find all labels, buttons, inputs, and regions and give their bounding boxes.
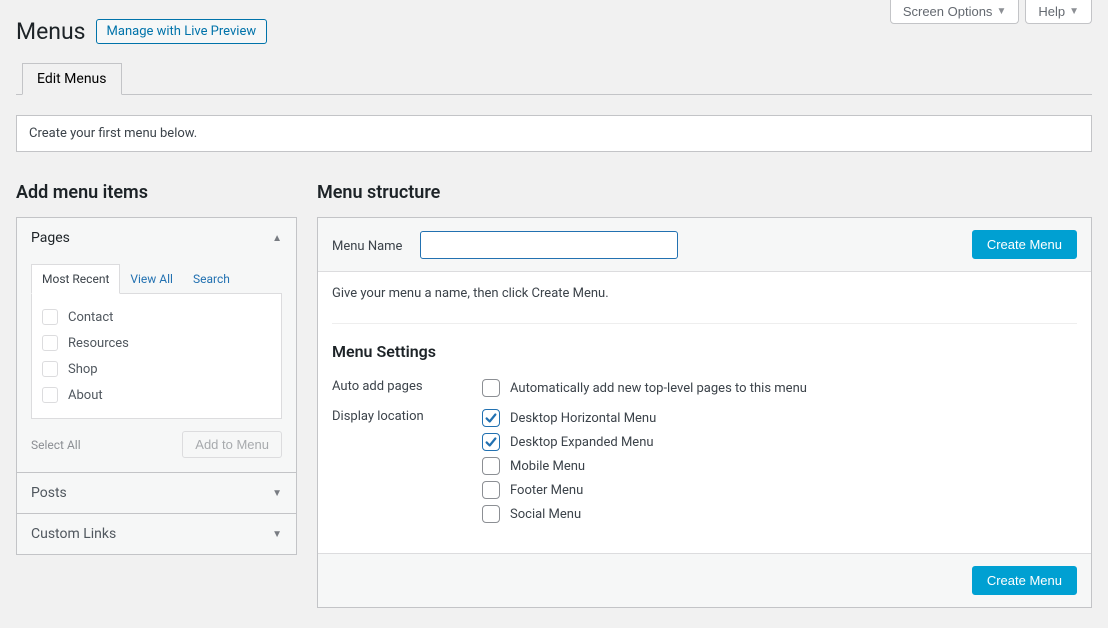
checkbox-icon[interactable] [482,457,500,475]
page-item-about[interactable]: About [42,382,271,408]
page-item-label: Contact [68,310,113,325]
pages-footer: Select All Add to Menu [31,431,282,458]
accordion-custom-links-header[interactable]: Custom Links ▼ [17,514,296,554]
pages-subtabs: Most Recent View All Search [31,264,282,294]
location-label: Social Menu [510,507,581,522]
display-location-label: Display location [332,409,482,424]
create-menu-button-top[interactable]: Create Menu [972,230,1077,259]
menu-name-input[interactable] [420,231,678,259]
checkbox-icon[interactable] [42,387,58,403]
menu-structure-column: Menu structure Menu Name Create Menu Giv… [317,182,1092,608]
top-screen-tabs: Screen Options ▼ Help ▼ [890,0,1092,24]
menu-structure-heading: Menu structure [317,182,1092,203]
menu-settings-heading: Menu Settings [332,342,1077,361]
screen-options-label: Screen Options [903,4,993,19]
screen-options-button[interactable]: Screen Options ▼ [890,0,1020,24]
chevron-down-icon: ▼ [272,529,282,540]
create-menu-button-bottom[interactable]: Create Menu [972,566,1077,595]
accordion-pages-body: Most Recent View All Search Contact Reso… [17,264,296,472]
location-label: Desktop Expanded Menu [510,435,654,450]
menu-bottom-bar: Create Menu [318,553,1091,607]
menu-frame: Menu Name Create Menu Give your menu a n… [317,217,1092,608]
subtab-most-recent[interactable]: Most Recent [31,264,120,294]
auto-add-option-label: Automatically add new top-level pages to… [510,381,807,396]
location-label: Footer Menu [510,483,583,498]
location-label: Mobile Menu [510,459,585,474]
accordion-pages-header[interactable]: Pages ▲ [17,218,296,258]
page-item-label: About [68,388,103,403]
subtab-view-all[interactable]: View All [120,265,183,293]
page-item-shop[interactable]: Shop [42,356,271,382]
auto-add-label: Auto add pages [332,379,482,394]
checkbox-icon[interactable] [482,481,500,499]
divider [332,323,1077,324]
menu-name-label: Menu Name [332,239,402,254]
checkbox-icon[interactable] [482,409,500,427]
auto-add-row: Auto add pages Automatically add new top… [332,373,1077,403]
location-desktop-horizontal[interactable]: Desktop Horizontal Menu [482,409,1077,427]
accordion: Pages ▲ Most Recent View All Search Cont… [16,217,297,555]
two-column-layout: Add menu items Pages ▲ Most Recent View … [16,182,1092,608]
page-item-contact[interactable]: Contact [42,304,271,330]
subtab-search[interactable]: Search [183,265,240,293]
auto-add-options: Automatically add new top-level pages to… [482,379,1077,397]
accordion-posts: Posts ▼ [17,472,296,513]
accordion-pages: Pages ▲ Most Recent View All Search Cont… [17,218,296,472]
checkbox-icon[interactable] [482,379,500,397]
location-footer[interactable]: Footer Menu [482,481,1077,499]
menu-top-bar: Menu Name Create Menu [318,218,1091,272]
checkbox-icon[interactable] [482,505,500,523]
display-location-row: Display location Desktop Horizontal Menu [332,403,1077,529]
accordion-pages-title: Pages [31,230,70,246]
notice-create-first: Create your first menu below. [16,115,1092,152]
chevron-down-icon: ▼ [1069,6,1079,17]
nav-tab-wrapper: Edit Menus [16,63,1092,95]
location-desktop-expanded[interactable]: Desktop Expanded Menu [482,433,1077,451]
accordion-posts-header[interactable]: Posts ▼ [17,473,296,513]
add-to-menu-button[interactable]: Add to Menu [182,431,282,458]
page-item-label: Shop [68,362,98,377]
accordion-posts-title: Posts [31,485,67,501]
menu-body: Give your menu a name, then click Create… [318,272,1091,553]
checkbox-icon[interactable] [42,309,58,325]
help-button[interactable]: Help ▼ [1025,0,1092,24]
add-menu-items-column: Add menu items Pages ▲ Most Recent View … [16,182,297,555]
display-location-options: Desktop Horizontal Menu Desktop Expanded… [482,409,1077,523]
accordion-custom-links: Custom Links ▼ [17,513,296,554]
page-item-label: Resources [68,336,129,351]
menu-name-group: Menu Name [332,231,678,259]
manage-live-preview-button[interactable]: Manage with Live Preview [96,19,268,44]
chevron-up-icon: ▲ [272,233,282,244]
location-label: Desktop Horizontal Menu [510,411,656,426]
page-title: Menus [16,18,86,45]
chevron-down-icon: ▼ [996,6,1006,17]
checkbox-icon[interactable] [42,335,58,351]
instructions-text: Give your menu a name, then click Create… [332,286,1077,301]
help-label: Help [1038,4,1065,19]
location-mobile[interactable]: Mobile Menu [482,457,1077,475]
auto-add-option[interactable]: Automatically add new top-level pages to… [482,379,1077,397]
tab-edit-menus[interactable]: Edit Menus [22,63,122,95]
accordion-custom-links-title: Custom Links [31,526,116,542]
select-all-link[interactable]: Select All [31,438,81,452]
location-social[interactable]: Social Menu [482,505,1077,523]
checkbox-icon[interactable] [42,361,58,377]
pages-items-box: Contact Resources Shop About [31,294,282,419]
page-item-resources[interactable]: Resources [42,330,271,356]
checkbox-icon[interactable] [482,433,500,451]
chevron-down-icon: ▼ [272,488,282,499]
add-menu-items-heading: Add menu items [16,182,297,203]
